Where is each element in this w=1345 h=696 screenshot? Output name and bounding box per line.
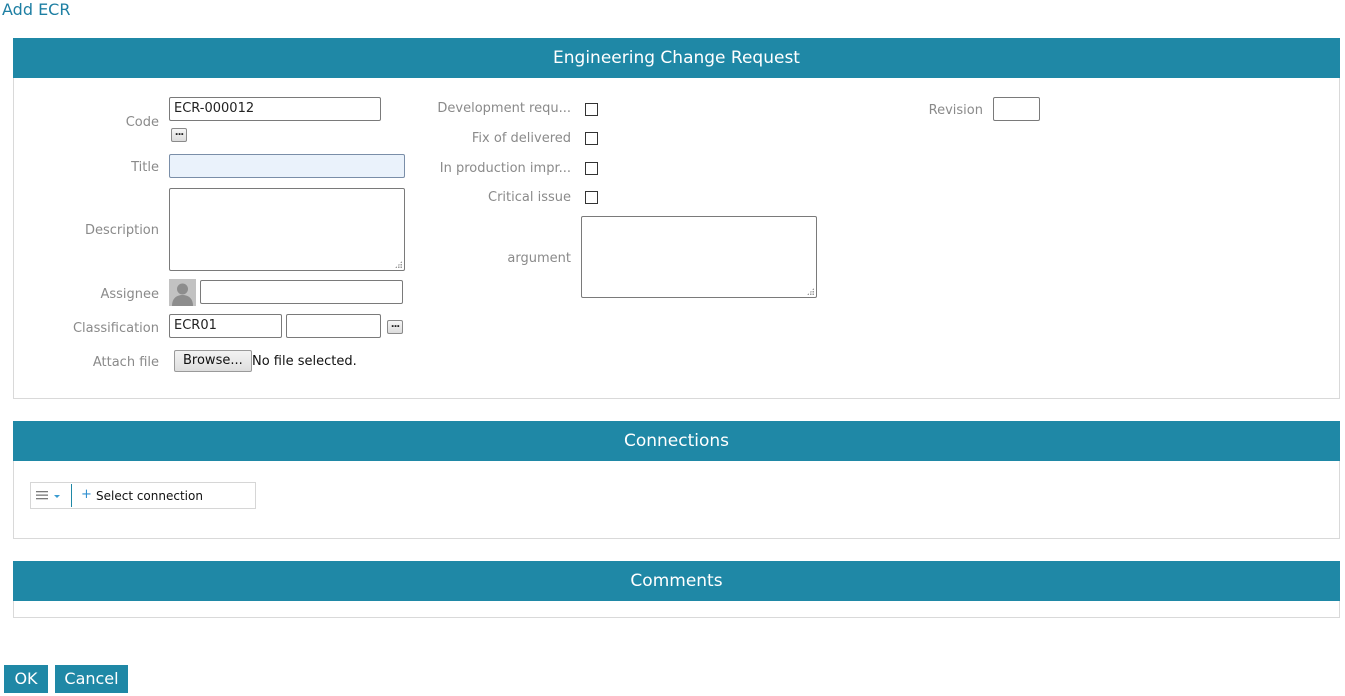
ecr-panel: Engineering Change Request Code ECR-0000… [13, 38, 1340, 399]
connection-selector: + Select connection [30, 482, 256, 509]
cancel-button[interactable]: Cancel [55, 665, 128, 693]
connections-panel: Connections + Select connection [13, 421, 1340, 539]
title-field[interactable] [169, 154, 405, 178]
argument-field[interactable] [581, 216, 817, 298]
no-file-text: No file selected. [252, 354, 357, 369]
argument-label: argument [507, 251, 571, 266]
critical-issue-label: Critical issue [488, 190, 571, 205]
add-ecr-page: Add ECR Engineering Change Request Code … [0, 0, 1345, 696]
description-label: Description [84, 223, 159, 238]
hamburger-menu-icon[interactable] [35, 488, 65, 504]
connections-panel-header: Connections [13, 421, 1340, 461]
revision-field[interactable] [993, 97, 1040, 121]
user-avatar-icon [169, 279, 196, 306]
select-connection-button[interactable]: Select connection [96, 488, 203, 504]
revision-label: Revision [928, 103, 983, 118]
ecr-panel-header: Engineering Change Request [13, 38, 1340, 78]
resize-grip-icon[interactable] [395, 261, 402, 268]
plus-icon: + [81, 487, 92, 502]
attach-file-label: Attach file [92, 355, 159, 370]
in-production-checkbox[interactable] [585, 162, 598, 175]
classification-picker-button[interactable]: ... [387, 320, 403, 334]
divider [71, 484, 72, 507]
description-field[interactable] [169, 188, 405, 271]
critical-issue-checkbox[interactable] [585, 191, 598, 204]
code-picker-button[interactable]: ... [171, 128, 187, 142]
fix-of-delivered-label: Fix of delivered [471, 131, 571, 146]
development-request-label: Development requ... [437, 101, 571, 116]
ok-button[interactable]: OK [4, 665, 48, 693]
code-label: Code [125, 115, 159, 130]
development-request-checkbox[interactable] [585, 103, 598, 116]
classification-code-field[interactable]: ECR01 [169, 314, 282, 338]
classification-label: Classification [72, 321, 159, 336]
code-field[interactable]: ECR-000012 [169, 97, 381, 121]
page-title: Add ECR [2, 0, 71, 19]
title-label: Title [131, 160, 159, 175]
comments-panel-header: Comments [13, 561, 1340, 601]
resize-grip-icon[interactable] [807, 288, 814, 295]
browse-button[interactable]: Browse... [174, 350, 252, 372]
assignee-field[interactable] [200, 280, 403, 304]
comments-panel: Comments [13, 561, 1340, 618]
assignee-label: Assignee [100, 287, 159, 302]
classification-name-field[interactable] [286, 314, 381, 338]
fix-of-delivered-checkbox[interactable] [585, 132, 598, 145]
in-production-label: In production impr... [439, 161, 571, 176]
